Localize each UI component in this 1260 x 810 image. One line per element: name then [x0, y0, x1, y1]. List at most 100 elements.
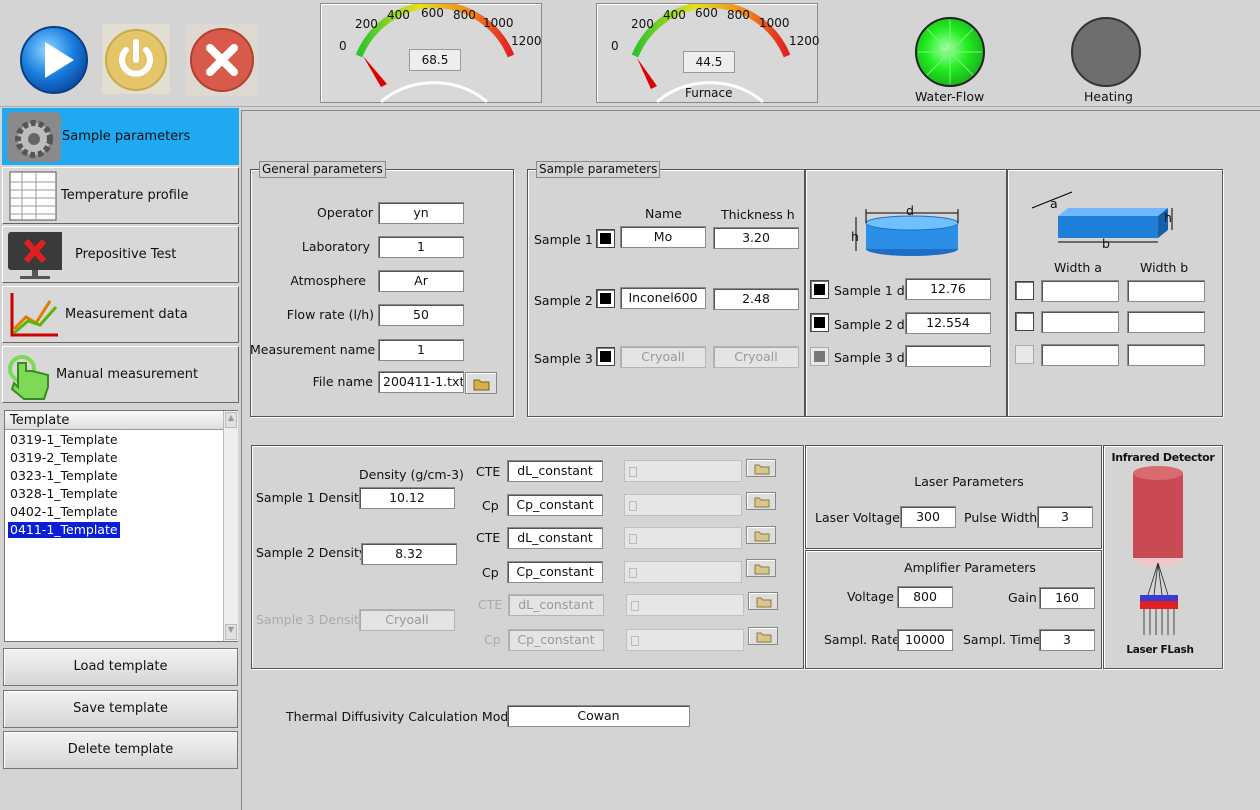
cte-2-path[interactable] — [624, 527, 742, 549]
template-item[interactable]: 0402-1_Template — [10, 504, 118, 520]
nav-measurement-data[interactable]: Measurement data — [2, 286, 239, 343]
template-item[interactable]: 0323-1_Template — [10, 468, 118, 484]
save-template-button[interactable]: Save template — [3, 690, 238, 728]
gauge-2-tick-800: 800 — [727, 8, 750, 22]
file-browse-button[interactable] — [465, 372, 497, 394]
flow-rate-field[interactable]: 50 — [378, 304, 464, 326]
nav-manual-measurement[interactable]: Manual measurement — [2, 346, 239, 403]
gear-icon — [7, 112, 61, 162]
cp-2-path[interactable] — [624, 561, 742, 583]
folder-icon — [473, 379, 490, 391]
rect-sample-1-width-a[interactable] — [1041, 280, 1119, 302]
sample-1-d-checkbox[interactable] — [810, 280, 829, 299]
cp-1-path[interactable] — [624, 494, 742, 516]
sample-1-density-label: Sample 1 Density — [256, 490, 367, 505]
measurement-name-label: Measurement name — [250, 342, 376, 357]
scroll-up-arrow-icon[interactable]: ▲ — [225, 412, 237, 428]
sample-3-d-checkbox[interactable] — [810, 347, 829, 366]
stop-button[interactable] — [186, 24, 258, 96]
run-button[interactable] — [18, 25, 90, 95]
sample-1-thickness-field[interactable]: 3.20 — [713, 227, 799, 249]
rect-sample-2-width-a[interactable] — [1041, 311, 1119, 333]
template-item[interactable]: 0319-2_Template — [10, 450, 118, 466]
cte-3-path[interactable] — [626, 594, 744, 616]
sample-2-name-field[interactable]: Inconel600 — [620, 287, 706, 309]
rect-sample-3-width-a[interactable] — [1041, 344, 1119, 366]
nav-prepositive-test[interactable]: Prepositive Test — [2, 226, 239, 283]
laboratory-field[interactable]: 1 — [378, 236, 464, 258]
laser-voltage-field[interactable]: 300 — [900, 506, 956, 528]
cp-2-field[interactable]: Cp_constant — [507, 561, 603, 583]
cte-2-browse-button[interactable] — [746, 526, 776, 544]
group-title: Sample parameters — [536, 161, 661, 178]
cylinder-dim-d: d — [906, 203, 914, 218]
sample-2-density-field[interactable]: 8.32 — [361, 543, 457, 565]
cp-3-path[interactable] — [626, 629, 744, 651]
delete-template-button[interactable]: Delete template — [3, 731, 238, 769]
sample-1-density-field[interactable]: 10.12 — [359, 487, 455, 509]
template-item[interactable]: 0319-1_Template — [10, 432, 118, 448]
operator-field[interactable]: yn — [378, 202, 464, 224]
atmosphere-field[interactable]: Ar — [378, 270, 464, 292]
cp-1-browse-button[interactable] — [746, 492, 776, 510]
cp-1-label: Cp — [482, 498, 499, 513]
spreadsheet-icon — [9, 171, 57, 221]
file-name-field[interactable]: 200411-1.txt — [378, 371, 464, 393]
cuboid-dim-h: h — [1164, 210, 1172, 225]
power-icon — [105, 29, 167, 91]
gauge-1-tick-600: 600 — [421, 6, 444, 20]
calculation-model-label: Thermal Diffusivity Calculation Model — [286, 709, 520, 724]
nav-sample-parameters[interactable]: Sample parameters — [2, 108, 239, 165]
pulse-width-field[interactable]: 3 — [1037, 506, 1093, 528]
sample-3-name-field[interactable]: Cryoall — [620, 346, 706, 368]
template-list-scrollbar[interactable]: ▲ ▼ — [223, 411, 238, 641]
sample-1-checkbox[interactable] — [596, 229, 615, 248]
nav-temperature-profile[interactable]: Temperature profile — [2, 167, 239, 224]
template-list[interactable]: Template ▲ ▼ 0319-1_Template 0319-2_Temp… — [4, 410, 238, 642]
sample-1-name-field[interactable]: Mo — [620, 226, 706, 248]
sample-1-d-field[interactable]: 12.76 — [905, 278, 991, 300]
sampling-rate-field[interactable]: 10000 — [897, 629, 953, 651]
cte-3-field[interactable]: dL_constant — [508, 594, 604, 616]
name-column-header: Name — [645, 206, 682, 221]
calculation-model-select[interactable]: Cowan — [507, 705, 690, 727]
cp-3-browse-button[interactable] — [748, 627, 778, 645]
sample-3-d-field[interactable] — [905, 345, 991, 367]
scroll-down-arrow-icon[interactable]: ▼ — [225, 624, 237, 640]
cte-1-field[interactable]: dL_constant — [507, 460, 603, 482]
rect-sample-1-width-b[interactable] — [1127, 280, 1205, 302]
play-icon — [20, 26, 88, 94]
sample-2-d-field[interactable]: 12.554 — [905, 312, 991, 334]
template-item[interactable]: 0328-1_Template — [10, 486, 118, 502]
template-item-selected[interactable]: 0411-1_Template — [8, 522, 120, 538]
gain-field[interactable]: 160 — [1039, 587, 1095, 609]
sample-3-density-field[interactable]: Cryoall — [359, 609, 455, 631]
sample-2-d-checkbox[interactable] — [810, 313, 829, 332]
cte-1-browse-button[interactable] — [746, 459, 776, 477]
rect-sample-3-checkbox[interactable] — [1015, 345, 1034, 364]
flow-rate-label: Flow rate (l/h) — [286, 307, 374, 322]
sample-3-thickness-field[interactable]: Cryoall — [713, 346, 799, 368]
density-header: Density (g/cm-3) — [359, 467, 464, 482]
cte-2-field[interactable]: dL_constant — [507, 527, 603, 549]
cp-2-browse-button[interactable] — [746, 559, 776, 577]
cte-1-path[interactable] — [624, 460, 742, 482]
rect-sample-2-width-b[interactable] — [1127, 311, 1205, 333]
cte-3-browse-button[interactable] — [748, 592, 778, 610]
sample-2-thickness-field[interactable]: 2.48 — [713, 288, 799, 310]
rect-sample-1-checkbox[interactable] — [1015, 281, 1034, 300]
rect-sample-3-width-b[interactable] — [1127, 344, 1205, 366]
gauge-2-tick-600: 600 — [695, 6, 718, 20]
power-button[interactable] — [102, 24, 170, 94]
load-template-button[interactable]: Load template — [3, 648, 238, 686]
amplifier-voltage-field[interactable]: 800 — [897, 586, 953, 608]
nav-label: Temperature profile — [61, 188, 189, 203]
sampling-time-field[interactable]: 3 — [1039, 629, 1095, 651]
cp-1-field[interactable]: Cp_constant — [507, 494, 603, 516]
sample-2-checkbox[interactable] — [596, 289, 615, 308]
cp-3-field[interactable]: Cp_constant — [508, 629, 604, 651]
sample-3-checkbox[interactable] — [596, 347, 615, 366]
measurement-name-field[interactable]: 1 — [378, 339, 464, 361]
folder-icon — [756, 597, 772, 608]
rect-sample-2-checkbox[interactable] — [1015, 312, 1034, 331]
